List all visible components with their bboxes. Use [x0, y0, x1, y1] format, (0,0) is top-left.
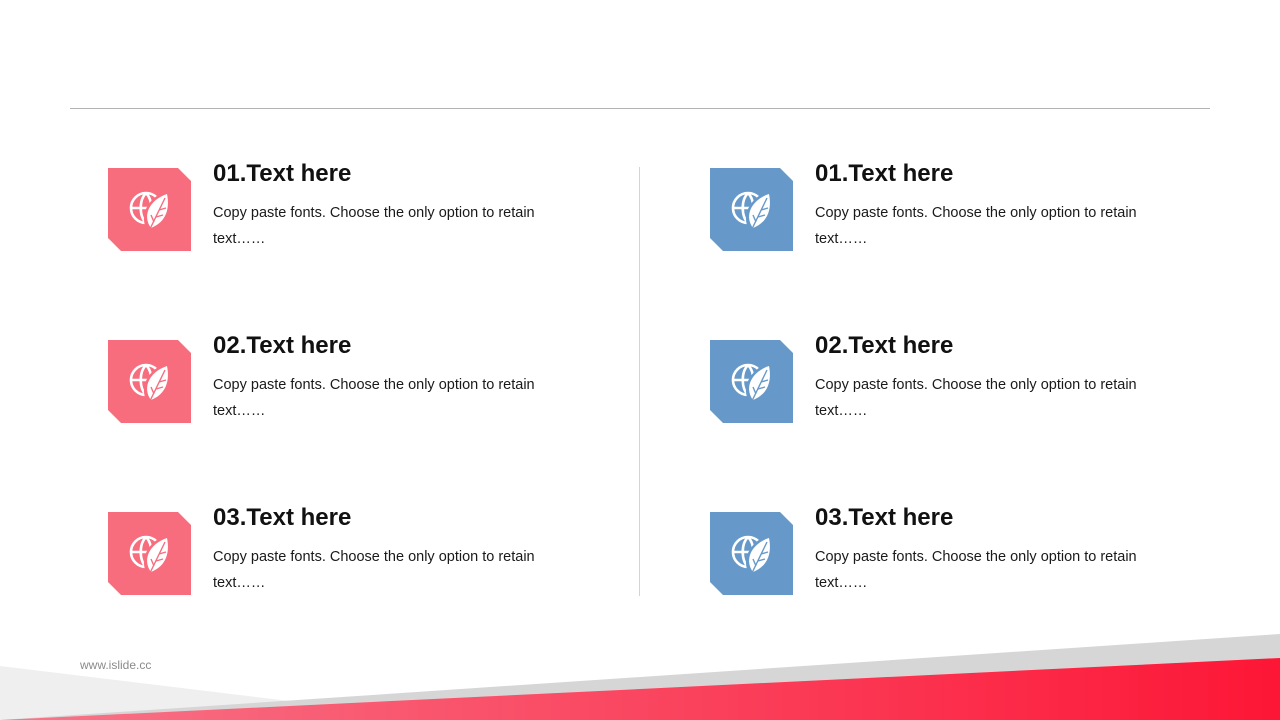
item-description: Copy paste fonts. Choose the only option…: [815, 549, 1137, 591]
bottom-decoration: [0, 634, 1280, 720]
item-description: Copy paste fonts. Choose the only option…: [213, 549, 535, 591]
globe-leaf-icon: [108, 512, 191, 595]
top-divider-line: [70, 108, 1210, 109]
left-item-3: 03.Text here Copy paste fonts. Choose th…: [108, 504, 568, 602]
right-item-2: 02.Text here Copy paste fonts. Choose th…: [710, 332, 1170, 430]
globe-leaf-icon: [108, 340, 191, 423]
left-item-2: 02.Text here Copy paste fonts. Choose th…: [108, 332, 568, 430]
item-title: 01.Text here: [815, 160, 954, 187]
item-description: Copy paste fonts. Choose the only option…: [815, 377, 1137, 419]
item-description: Copy paste fonts. Choose the only option…: [213, 205, 535, 247]
item-title: 03.Text here: [815, 504, 954, 531]
item-title: 02.Text here: [213, 332, 352, 359]
right-item-3: 03.Text here Copy paste fonts. Choose th…: [710, 504, 1170, 602]
right-item-1: 01.Text here Copy paste fonts. Choose th…: [710, 160, 1170, 258]
globe-leaf-icon: [710, 340, 793, 423]
item-title: 03.Text here: [213, 504, 352, 531]
slide: 01.Text here Copy paste fonts. Choose th…: [0, 0, 1280, 720]
item-description: Copy paste fonts. Choose the only option…: [213, 377, 535, 419]
column-divider-line: [639, 167, 640, 596]
globe-leaf-icon: [108, 168, 191, 251]
item-description: Copy paste fonts. Choose the only option…: [815, 205, 1137, 247]
globe-leaf-icon: [710, 168, 793, 251]
item-title: 01.Text here: [213, 160, 352, 187]
globe-leaf-icon: [710, 512, 793, 595]
left-item-1: 01.Text here Copy paste fonts. Choose th…: [108, 160, 568, 258]
item-title: 02.Text here: [815, 332, 954, 359]
